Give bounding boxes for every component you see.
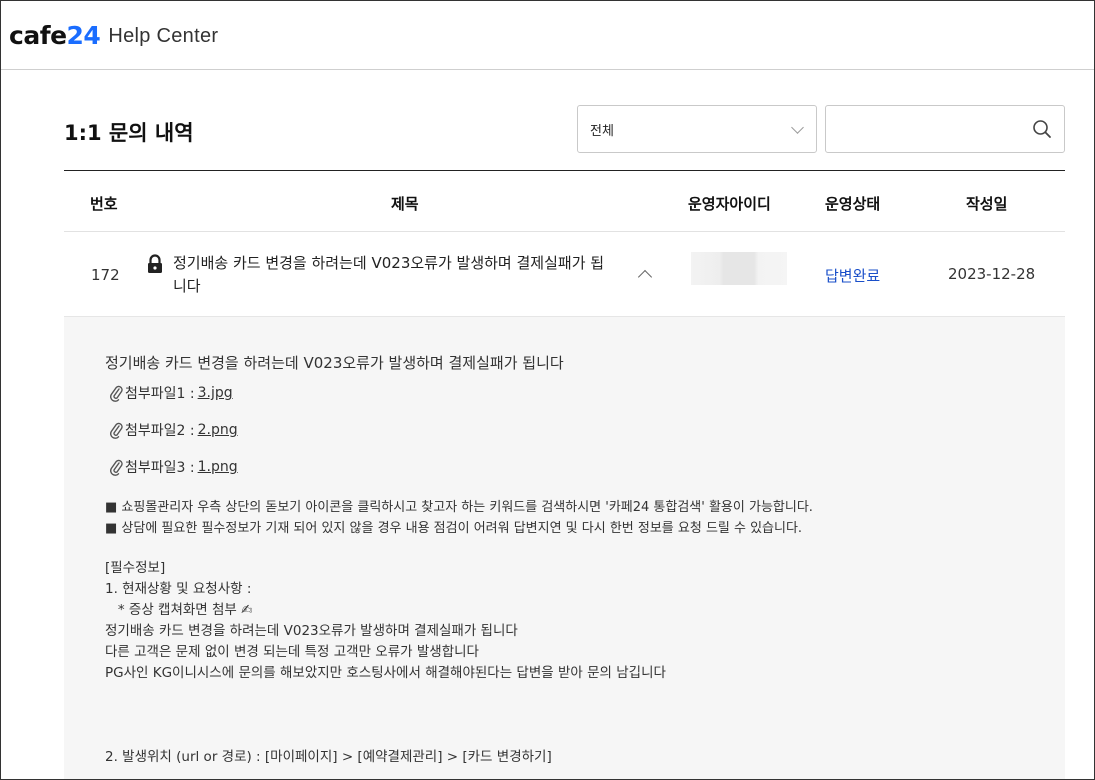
inquiry-body: [필수정보] 1. 현재상황 및 요청사항 : * 증상 캡쳐화면 첨부 ✍ 정… [105,560,666,681]
chevron-up-icon[interactable] [637,269,653,285]
cafe24-logo[interactable]: cafe24 [9,20,101,50]
row-number: 172 [91,266,120,284]
row-subject[interactable]: 정기배송 카드 변경을 하려는데 V023오류가 발생하며 결제실패가 됩니다 [173,252,613,298]
col-date: 작성일 [966,195,1008,213]
col-status: 운영상태 [825,195,881,213]
attachment-label: 첨부파일3 : [125,460,195,476]
attachment-link[interactable]: 2.png [198,422,238,438]
page-title: 1:1 문의 내역 [64,121,194,145]
notice-search-tip: ■ 쇼핑몰관리자 우측 상단의 돋보기 아이콘을 클릭하시고 찾고자 하는 키워… [105,500,813,515]
attachment-label: 첨부파일2 : [125,423,195,439]
site-header: cafe24 Help Center [1,1,1094,70]
title-bar: 1:1 문의 내역 전체 [64,105,1065,155]
attachment-label: 첨부파일1 : [125,386,195,402]
paperclip-icon [110,385,123,402]
inquiry-location: 2. 발생위치 (url or 경로) : [마이페이지] > [예약결제관리]… [105,749,552,765]
notice-required-info: ■ 상담에 필요한 필수정보가 기재 되어 있지 않을 경우 내용 점검이 어려… [105,521,803,536]
col-operator: 운영자아이디 [688,195,771,213]
detail-title: 정기배송 카드 변경을 하려는데 V023오류가 발생하며 결제실패가 됩니다 [105,354,564,372]
search-input[interactable] [826,106,1016,152]
attachment-link[interactable]: 1.png [198,459,238,475]
filter-value: 전체 [590,123,614,139]
logo-number: 24 [66,20,101,50]
chevron-down-icon [791,121,804,134]
operator-id-redacted [691,252,787,285]
paperclip-icon [110,459,123,476]
table-row[interactable]: 172 정기배송 카드 변경을 하려는데 V023오류가 발생하며 결제실패가 … [64,232,1065,317]
inquiry-table: 번호 제목 운영자아이디 운영상태 작성일 172 정기배송 카드 변경을 하려… [64,170,1065,317]
logo-text: cafe [9,20,67,50]
lock-icon [148,254,162,273]
table-header: 번호 제목 운영자아이디 운영상태 작성일 [64,170,1065,232]
attachment-item: 첨부파일2 : 2.png [109,420,238,440]
inquiry-detail: 정기배송 카드 변경을 하려는데 V023오류가 발생하며 결제실패가 됩니다 … [64,317,1065,779]
attachment-link[interactable]: 3.jpg [198,385,233,401]
search-box[interactable] [825,105,1065,153]
col-no: 번호 [90,195,118,213]
help-center-title[interactable]: Help Center [108,25,218,48]
status-badge: 답변완료 [825,267,881,285]
attachment-item: 첨부파일3 : 1.png [109,457,238,477]
browser-frame: cafe24 Help Center 1:1 문의 내역 전체 번호 제목 운영… [0,0,1095,780]
search-icon[interactable] [1032,119,1052,139]
filter-select[interactable]: 전체 [577,105,817,153]
attachment-item: 첨부파일1 : 3.jpg [109,383,233,403]
col-subject: 제목 [391,195,419,213]
paperclip-icon [110,422,123,439]
row-date: 2023-12-28 [948,265,1036,283]
